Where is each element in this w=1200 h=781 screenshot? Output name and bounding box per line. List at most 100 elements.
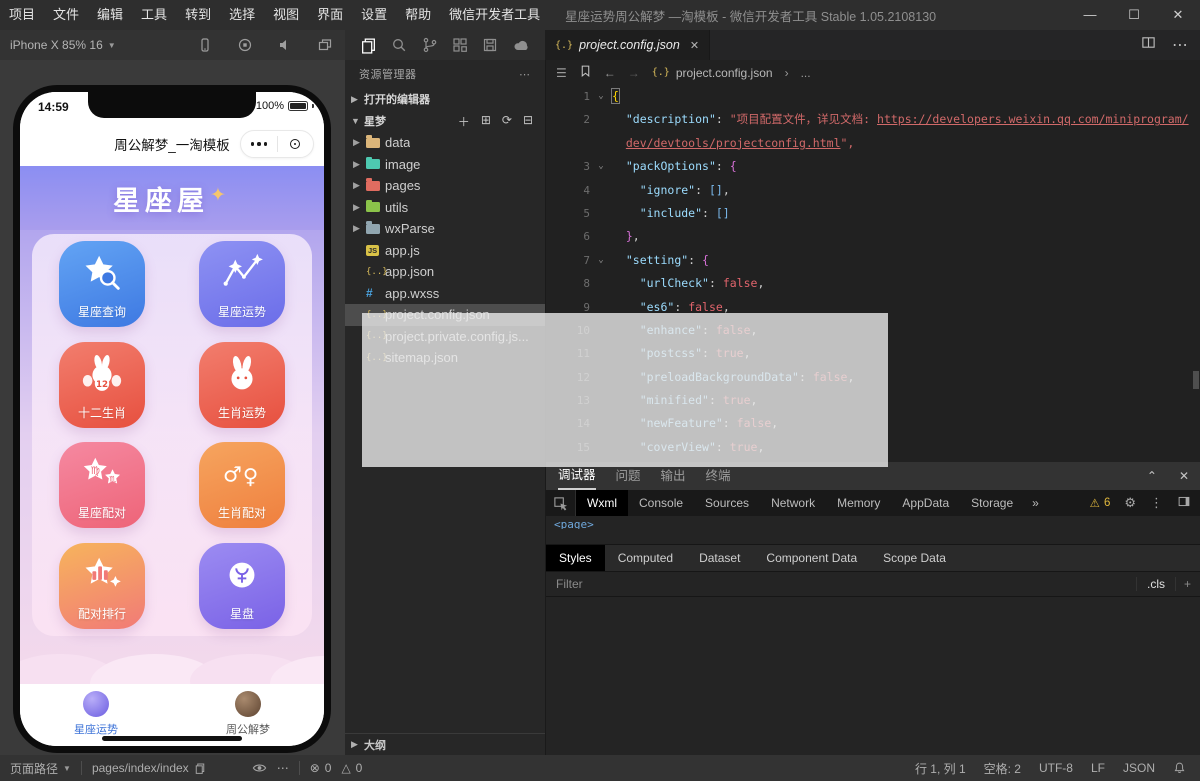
mute-icon[interactable]: [277, 37, 293, 53]
breadcrumb-more[interactable]: ...: [801, 66, 811, 80]
menu-item-项目[interactable]: 项目: [0, 0, 44, 30]
rotate-device-icon[interactable]: [197, 37, 213, 53]
fold-chevron-icon[interactable]: ⌄: [590, 85, 612, 108]
fold-chevron-icon[interactable]: ⌄: [590, 155, 612, 178]
eye-icon[interactable]: [252, 762, 267, 774]
add-style-icon[interactable]: +: [1175, 577, 1191, 591]
wxml-element-tree[interactable]: <page>: [546, 516, 1200, 529]
panel-close-icon[interactable]: ✕: [1179, 469, 1189, 483]
styles-tab-computed[interactable]: Computed: [605, 545, 686, 571]
tree-item-utils[interactable]: ▶utils: [345, 197, 545, 219]
menu-item-微信开发者工具[interactable]: 微信开发者工具: [440, 0, 549, 30]
exit-circle-icon[interactable]: [278, 139, 314, 149]
menu-item-转到[interactable]: 转到: [176, 0, 220, 30]
styles-tab-dataset[interactable]: Dataset: [686, 545, 753, 571]
outline-list-icon[interactable]: ☰: [556, 66, 567, 80]
breadcrumb-file[interactable]: {.} project.config.json: [652, 66, 773, 80]
project-section[interactable]: ▼ 星梦 ＋ ⊞ ⟳ ⊟: [345, 110, 545, 132]
dock-side-icon[interactable]: [1177, 495, 1191, 511]
tree-item-app-js[interactable]: JSapp.js: [345, 240, 545, 262]
app-icon-astro-disc[interactable]: 星盘: [199, 543, 285, 629]
close-button[interactable]: ✕: [1156, 0, 1200, 30]
nav-forward-icon[interactable]: →: [628, 66, 640, 80]
devtools-tab-sources[interactable]: Sources: [694, 490, 760, 516]
menu-item-帮助[interactable]: 帮助: [396, 0, 440, 30]
encoding-setting[interactable]: UTF-8: [1039, 761, 1073, 775]
styles-tab-scope-data[interactable]: Scope Data: [870, 545, 959, 571]
indentation-setting[interactable]: 空格: 2: [984, 760, 1021, 777]
outline-section[interactable]: ▶ 大纲: [345, 733, 545, 755]
devtools-menu-icon[interactable]: ⋮: [1150, 495, 1163, 511]
new-folder-icon[interactable]: ⊞: [481, 113, 491, 130]
capsule-menu[interactable]: [240, 130, 314, 158]
collapse-all-icon[interactable]: ⊟: [523, 113, 533, 130]
warning-counter[interactable]: △0: [341, 761, 362, 775]
devtools-warning-badge[interactable]: ⚠6: [1090, 496, 1111, 510]
tree-item-image[interactable]: ▶image: [345, 154, 545, 176]
app-icon-gender-pair[interactable]: ♂♀生肖配对: [199, 442, 285, 528]
tree-item-wxParse[interactable]: ▶wxParse: [345, 218, 545, 240]
error-counter[interactable]: ⊗0: [310, 761, 332, 775]
tab-close-icon[interactable]: ✕: [690, 39, 699, 52]
multi-window-icon[interactable]: [317, 37, 333, 53]
styles-tab-component-data[interactable]: Component Data: [753, 545, 870, 571]
save-icon[interactable]: [482, 37, 498, 53]
more-actions-icon[interactable]: ⋯: [1172, 35, 1188, 55]
devtools-overflow-icon[interactable]: »: [1024, 496, 1047, 510]
device-selector[interactable]: iPhone X 85% 16 ▼: [10, 38, 116, 52]
cursor-position[interactable]: 行 1, 列 1: [915, 760, 966, 777]
filter-input[interactable]: Filter: [556, 577, 583, 591]
menu-item-界面[interactable]: 界面: [308, 0, 352, 30]
explorer-files-icon[interactable]: [360, 37, 377, 54]
minimize-button[interactable]: —: [1068, 0, 1112, 30]
cls-button[interactable]: .cls: [1136, 577, 1175, 591]
statusbar-more-icon[interactable]: ⋯: [277, 761, 289, 775]
app-icon-star-search[interactable]: 星座查询: [59, 241, 145, 327]
bookmark-icon[interactable]: [579, 64, 592, 81]
eol-setting[interactable]: LF: [1091, 761, 1105, 775]
tree-item-pages[interactable]: ▶pages: [345, 175, 545, 197]
tree-item-data[interactable]: ▶data: [345, 132, 545, 154]
app-icon-rabbit-12[interactable]: 12十二生肖: [59, 342, 145, 428]
copy-icon[interactable]: [194, 762, 206, 775]
page-path-selector[interactable]: 页面路径▼: [10, 760, 71, 777]
devtools-tab-storage[interactable]: Storage: [960, 490, 1024, 516]
menu-item-视图[interactable]: 视图: [264, 0, 308, 30]
inspect-element-icon[interactable]: [546, 490, 576, 516]
panel-collapse-icon[interactable]: ⌃: [1147, 469, 1157, 483]
git-branch-icon[interactable]: [422, 37, 438, 53]
devtools-tab-network[interactable]: Network: [760, 490, 826, 516]
settings-gear-icon[interactable]: ⚙: [1124, 495, 1136, 511]
app-icon-rabbit[interactable]: 生肖运势: [199, 342, 285, 428]
open-editors-section[interactable]: ▶ 打开的编辑器: [345, 88, 545, 110]
menu-item-选择[interactable]: 选择: [220, 0, 264, 30]
app-icon-constellation[interactable]: 星座运势: [199, 241, 285, 327]
devtools-tab-appdata[interactable]: AppData: [891, 490, 960, 516]
editor-scrollbar[interactable]: [1193, 371, 1199, 389]
explorer-more-icon[interactable]: ⋯: [519, 68, 531, 81]
app-icon-star-pair[interactable]: ♍♏星座配对: [59, 442, 145, 528]
nav-back-icon[interactable]: ←: [604, 66, 616, 80]
devtools-tab-console[interactable]: Console: [628, 490, 694, 516]
record-icon[interactable]: [237, 37, 253, 53]
language-mode[interactable]: JSON: [1123, 761, 1155, 775]
plugins-icon[interactable]: [452, 37, 468, 53]
split-editor-icon[interactable]: [1141, 35, 1156, 55]
tree-item-app-json[interactable]: {..}app.json: [345, 261, 545, 283]
tree-item-app-wxss[interactable]: #app.wxss: [345, 283, 545, 305]
fold-chevron-icon[interactable]: ⌄: [590, 249, 612, 272]
cloud-icon[interactable]: [513, 37, 530, 53]
app-icon-rank-star[interactable]: 配对排行: [59, 543, 145, 629]
maximize-button[interactable]: ☐: [1112, 0, 1156, 30]
devtools-tab-wxml[interactable]: Wxml: [576, 490, 628, 516]
new-file-icon[interactable]: ＋: [458, 113, 470, 130]
menu-item-设置[interactable]: 设置: [352, 0, 396, 30]
tab-project-config-json[interactable]: {.} project.config.json ✕: [545, 30, 710, 60]
notifications-bell-icon[interactable]: [1173, 761, 1186, 775]
menu-item-文件[interactable]: 文件: [44, 0, 88, 30]
current-page-path[interactable]: pages/index/index: [92, 761, 206, 775]
search-icon[interactable]: [391, 37, 407, 53]
more-dots-icon[interactable]: [241, 142, 277, 146]
refresh-icon[interactable]: ⟳: [502, 113, 512, 130]
styles-tab-styles[interactable]: Styles: [546, 545, 605, 571]
